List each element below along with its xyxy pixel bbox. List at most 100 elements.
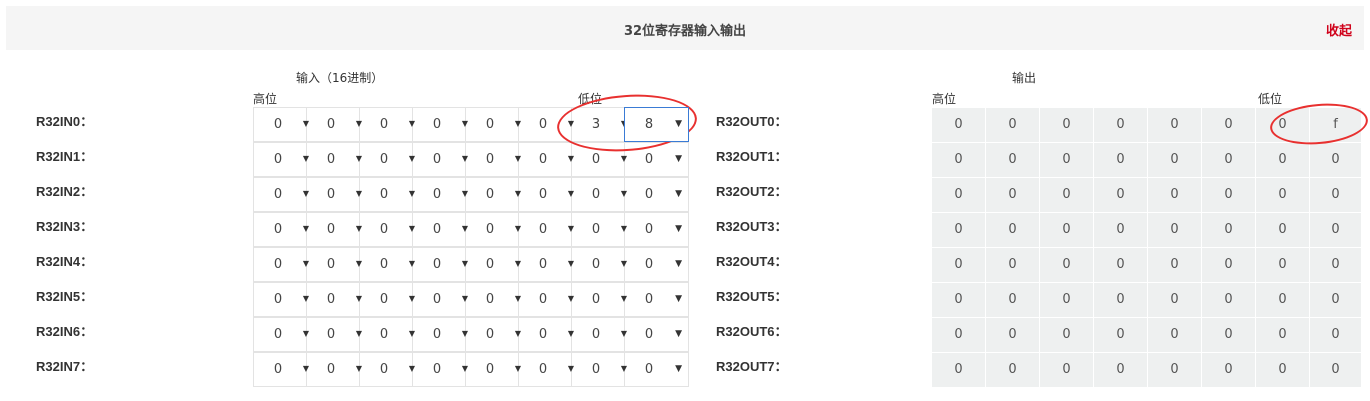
hex-digit-select[interactable]: 0 ▼: [306, 317, 362, 352]
chevron-down-icon[interactable]: ▼: [303, 364, 309, 373]
hex-digit-select[interactable]: 0 ▼: [412, 352, 468, 387]
collapse-button[interactable]: 收起: [1326, 20, 1352, 39]
hex-digit-select[interactable]: 0 ▼: [253, 142, 309, 177]
hex-digit-select[interactable]: 0 ▼: [253, 212, 309, 247]
hex-digit-select[interactable]: 0 ▼: [518, 177, 574, 212]
chevron-down-icon[interactable]: ▼: [303, 294, 309, 303]
hex-digit-select[interactable]: 0 ▼: [253, 317, 309, 352]
hex-digit-select[interactable]: 0 ▼: [518, 212, 574, 247]
chevron-down-icon[interactable]: ▼: [356, 119, 362, 128]
hex-digit-select[interactable]: 0 ▼: [412, 282, 468, 317]
chevron-down-icon[interactable]: ▼: [462, 329, 468, 338]
chevron-down-icon[interactable]: ▼: [303, 189, 309, 198]
chevron-down-icon[interactable]: ▼: [621, 329, 627, 338]
hex-digit-select[interactable]: 0 ▼: [359, 352, 415, 387]
chevron-down-icon[interactable]: ▼: [568, 329, 574, 338]
chevron-down-icon[interactable]: ▼: [356, 259, 362, 268]
hex-digit-select[interactable]: 0 ▼: [465, 247, 521, 282]
chevron-down-icon[interactable]: ▼: [356, 294, 362, 303]
chevron-down-icon[interactable]: ▼: [462, 259, 468, 268]
hex-digit-select[interactable]: 0 ▼: [306, 107, 362, 142]
hex-digit-select[interactable]: 0 ▼: [412, 212, 468, 247]
chevron-down-icon[interactable]: ▼: [303, 259, 309, 268]
hex-digit-select[interactable]: 3▼: [571, 107, 627, 142]
chevron-down-icon[interactable]: ▼: [515, 329, 521, 338]
chevron-down-icon[interactable]: ▼: [409, 329, 415, 338]
hex-digit-select[interactable]: 0 ▼: [624, 177, 689, 212]
chevron-down-icon[interactable]: ▼: [409, 294, 415, 303]
chevron-down-icon[interactable]: ▼: [675, 119, 682, 129]
chevron-down-icon[interactable]: ▼: [621, 259, 627, 268]
hex-digit-select[interactable]: 0 ▼: [518, 107, 574, 142]
hex-digit-select[interactable]: 0 ▼: [465, 282, 521, 317]
chevron-down-icon[interactable]: ▼: [462, 189, 468, 198]
hex-digit-select[interactable]: 0 ▼: [412, 177, 468, 212]
chevron-down-icon[interactable]: ▼: [462, 154, 468, 163]
chevron-down-icon[interactable]: ▼: [409, 154, 415, 163]
hex-digit-select[interactable]: 0 ▼: [306, 352, 362, 387]
chevron-down-icon[interactable]: ▼: [675, 329, 682, 339]
hex-digit-select[interactable]: 0 ▼: [412, 317, 468, 352]
chevron-down-icon[interactable]: ▼: [356, 224, 362, 233]
hex-digit-select[interactable]: 0 ▼: [359, 142, 415, 177]
hex-digit-select[interactable]: 0 ▼: [571, 142, 627, 177]
chevron-down-icon[interactable]: ▼: [675, 364, 682, 374]
hex-digit-select[interactable]: 0 ▼: [253, 352, 309, 387]
chevron-down-icon[interactable]: ▼: [462, 364, 468, 373]
chevron-down-icon[interactable]: ▼: [568, 154, 574, 163]
hex-digit-select[interactable]: 0 ▼: [518, 247, 574, 282]
chevron-down-icon[interactable]: ▼: [515, 154, 521, 163]
chevron-down-icon[interactable]: ▼: [303, 119, 309, 128]
chevron-down-icon[interactable]: ▼: [303, 329, 309, 338]
hex-digit-select[interactable]: 0 ▼: [359, 317, 415, 352]
chevron-down-icon[interactable]: ▼: [303, 224, 309, 233]
chevron-down-icon[interactable]: ▼: [409, 224, 415, 233]
hex-digit-select[interactable]: 0 ▼: [306, 282, 362, 317]
hex-digit-select[interactable]: 0 ▼: [624, 352, 689, 387]
hex-digit-select[interactable]: 0 ▼: [518, 282, 574, 317]
hex-digit-select[interactable]: 0 ▼: [412, 142, 468, 177]
hex-digit-select[interactable]: 0 ▼: [518, 142, 574, 177]
chevron-down-icon[interactable]: ▼: [621, 189, 627, 198]
chevron-down-icon[interactable]: ▼: [515, 364, 521, 373]
chevron-down-icon[interactable]: ▼: [356, 189, 362, 198]
hex-digit-select[interactable]: 8 ▼: [624, 107, 689, 142]
chevron-down-icon[interactable]: ▼: [568, 259, 574, 268]
chevron-down-icon[interactable]: ▼: [303, 154, 309, 163]
chevron-down-icon[interactable]: ▼: [462, 119, 468, 128]
chevron-down-icon[interactable]: ▼: [462, 294, 468, 303]
hex-digit-select[interactable]: 0 ▼: [624, 282, 689, 317]
hex-digit-select[interactable]: 0 ▼: [412, 107, 468, 142]
hex-digit-select[interactable]: 0 ▼: [359, 177, 415, 212]
hex-digit-select[interactable]: 0 ▼: [359, 212, 415, 247]
hex-digit-select[interactable]: 0 ▼: [571, 177, 627, 212]
chevron-down-icon[interactable]: ▼: [356, 154, 362, 163]
hex-digit-select[interactable]: 0 ▼: [253, 282, 309, 317]
hex-digit-select[interactable]: 0 ▼: [253, 107, 309, 142]
hex-digit-select[interactable]: 0 ▼: [306, 247, 362, 282]
chevron-down-icon[interactable]: ▼: [675, 189, 682, 199]
chevron-down-icon[interactable]: ▼: [409, 189, 415, 198]
hex-digit-select[interactable]: 0 ▼: [624, 212, 689, 247]
hex-digit-select[interactable]: 0 ▼: [571, 317, 627, 352]
hex-digit-select[interactable]: 0 ▼: [359, 247, 415, 282]
hex-digit-select[interactable]: 0 ▼: [624, 247, 689, 282]
chevron-down-icon[interactable]: ▼: [356, 329, 362, 338]
hex-digit-select[interactable]: 0 ▼: [571, 282, 627, 317]
hex-digit-select[interactable]: 0 ▼: [624, 317, 689, 352]
chevron-down-icon[interactable]: ▼: [621, 364, 627, 373]
hex-digit-select[interactable]: 0 ▼: [571, 212, 627, 247]
chevron-down-icon[interactable]: ▼: [675, 154, 682, 164]
hex-digit-select[interactable]: 0 ▼: [412, 247, 468, 282]
chevron-down-icon[interactable]: ▼: [462, 224, 468, 233]
hex-digit-select[interactable]: 0 ▼: [518, 352, 574, 387]
hex-digit-select[interactable]: 0 ▼: [465, 212, 521, 247]
chevron-down-icon[interactable]: ▼: [568, 294, 574, 303]
hex-digit-select[interactable]: 0 ▼: [465, 107, 521, 142]
hex-digit-select[interactable]: 0 ▼: [465, 352, 521, 387]
hex-digit-select[interactable]: 0 ▼: [465, 142, 521, 177]
hex-digit-select[interactable]: 0 ▼: [306, 142, 362, 177]
chevron-down-icon[interactable]: ▼: [515, 224, 521, 233]
hex-digit-select[interactable]: 0 ▼: [465, 317, 521, 352]
hex-digit-select[interactable]: 0 ▼: [359, 282, 415, 317]
